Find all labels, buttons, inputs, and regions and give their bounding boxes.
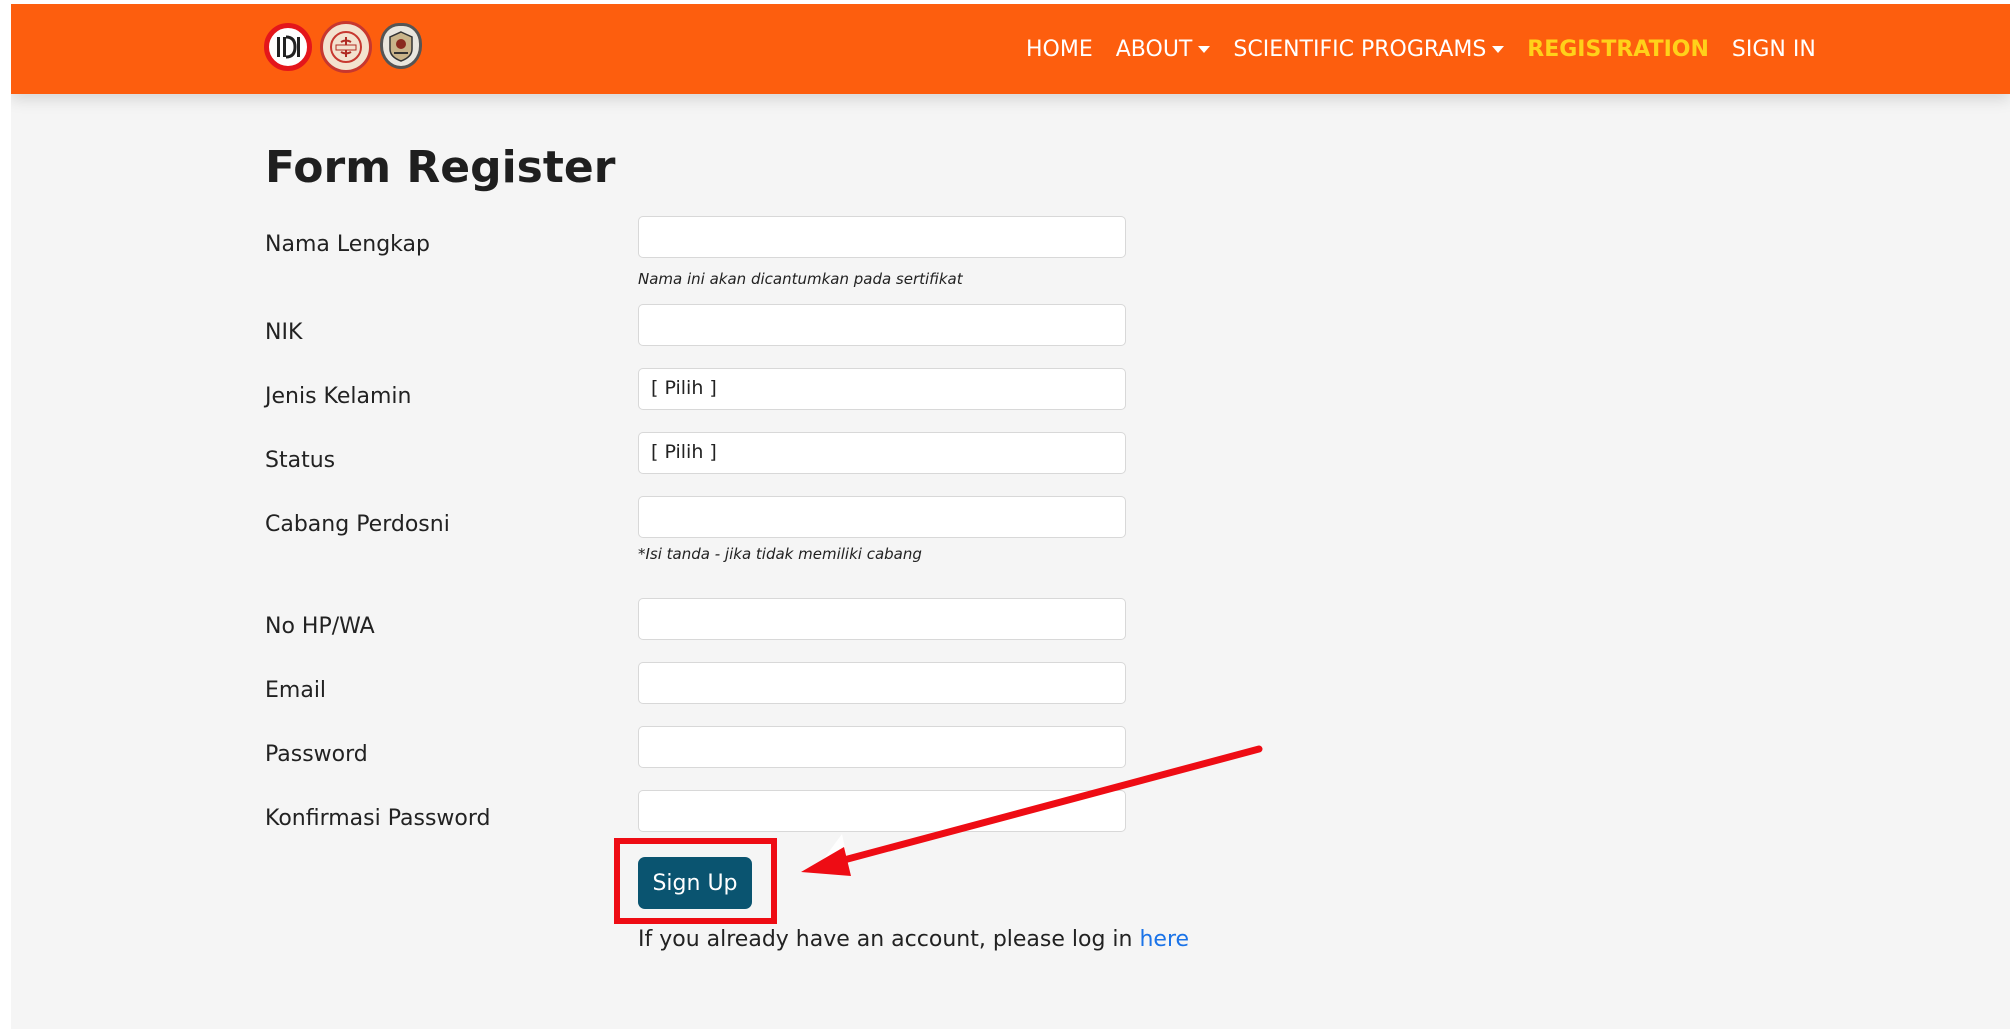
annotation-arrow-icon	[801, 745, 1263, 876]
page: HOME ABOUT SCIENTIFIC PROGRAMS REGISTRAT…	[11, 4, 2010, 1029]
